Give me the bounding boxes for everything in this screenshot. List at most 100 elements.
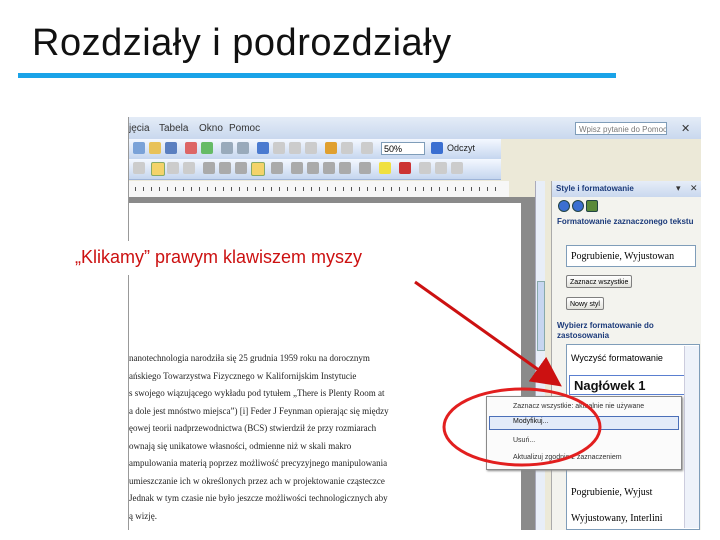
menu-bar: jęcia Tabela Okno Pomoc Wpisz pytanie do…	[129, 117, 701, 139]
ruler-tick	[279, 187, 280, 191]
numbering-icon[interactable]	[291, 162, 303, 174]
pane-close-icon[interactable]: ✕	[690, 183, 698, 194]
zoom-select[interactable]: 50%	[381, 142, 425, 155]
highlight-icon[interactable]	[379, 162, 391, 174]
document-map-icon[interactable]	[341, 142, 353, 154]
ruler-tick	[207, 187, 208, 191]
underline-icon[interactable]	[183, 162, 195, 174]
justify-icon[interactable]	[251, 162, 265, 176]
horizontal-ruler[interactable]	[129, 181, 509, 198]
align-left-icon[interactable]	[203, 162, 215, 174]
document-line: s swojego wiązującego wykładu pod tytułe…	[129, 388, 385, 398]
drawing-icon[interactable]	[325, 142, 337, 154]
menu-item-update[interactable]: Aktualizuj zgodnie z zaznaczeniem	[513, 454, 622, 461]
bold-icon[interactable]	[151, 162, 165, 176]
list-item-heading-1[interactable]: Nagłówek 1	[569, 375, 685, 395]
line-spacing-icon[interactable]	[271, 162, 283, 174]
ruler-tick	[167, 187, 168, 191]
ruler-tick	[327, 187, 328, 191]
ruler-tick	[231, 187, 232, 191]
print-icon[interactable]	[185, 142, 197, 154]
ruler-tick	[415, 187, 416, 191]
ruler-tick	[447, 187, 448, 191]
ruler-tick	[295, 187, 296, 191]
align-center-icon[interactable]	[219, 162, 231, 174]
select-all-button[interactable]: Zaznacz wszystkie	[566, 275, 633, 288]
spelling-icon[interactable]	[201, 142, 213, 154]
read-button[interactable]: Odczyt	[447, 143, 475, 153]
menu-item-select-all[interactable]: Zaznacz wszystkie: aktualnie nie używane	[513, 403, 644, 410]
ruler-tick	[199, 187, 200, 191]
document-line: nanotechnologia narodziła się 25 grudnia…	[129, 353, 370, 363]
ruler-tick	[375, 187, 376, 191]
document-line: a dole jest mnóstwo miejsca”) [i] Feder …	[129, 405, 389, 416]
font-size-icon[interactable]	[419, 162, 431, 174]
ruler-tick	[399, 187, 400, 191]
ruler-tick	[407, 187, 408, 191]
columns-icon[interactable]	[305, 142, 317, 154]
back-icon[interactable]	[558, 200, 570, 212]
excel-icon[interactable]	[289, 142, 301, 154]
menu-item-modify[interactable]: Modyfikuj...	[513, 418, 548, 425]
ask-question-input[interactable]: Wpisz pytanie do Pomocy	[575, 122, 667, 135]
list-item-clear-formatting[interactable]: Wyczyść formatowanie	[571, 353, 663, 363]
forward-icon[interactable]	[572, 200, 584, 212]
font-color-icon[interactable]	[399, 162, 411, 174]
current-format-box[interactable]: Pogrubienie, Wyjustowan	[566, 245, 696, 267]
close-icon[interactable]: ✕	[681, 122, 690, 135]
document-line: ampulowania materią poprzez możliwość pr…	[129, 458, 388, 468]
borders-icon[interactable]	[359, 162, 371, 174]
callout-text: „Klikamy” prawym klawiszem myszy	[75, 247, 363, 267]
ruler-tick	[463, 187, 464, 191]
list-item-bold-justified[interactable]: Pogrubienie, Wyjust	[571, 487, 652, 498]
menu-item-window[interactable]: Okno	[199, 123, 223, 134]
superscript-icon[interactable]	[435, 162, 447, 174]
decrease-indent-icon[interactable]	[323, 162, 335, 174]
redo-icon[interactable]	[237, 142, 249, 154]
table-icon[interactable]	[273, 142, 285, 154]
slide-title: Rozdziały i podrozdziały	[32, 22, 452, 64]
show-hide-icon[interactable]	[361, 142, 373, 154]
undo-icon[interactable]	[221, 142, 233, 154]
ruler-tick	[423, 187, 424, 191]
menu-item-help[interactable]: Pomoc	[229, 123, 260, 134]
italic-icon[interactable]	[167, 162, 179, 174]
ruler-tick	[487, 187, 488, 191]
ruler-tick	[159, 187, 160, 191]
ruler-tick	[471, 187, 472, 191]
ruler-tick	[143, 187, 144, 191]
styles-icon[interactable]	[133, 162, 145, 174]
hyperlink-icon[interactable]	[257, 142, 269, 154]
home-icon[interactable]	[586, 200, 598, 212]
increase-indent-icon[interactable]	[339, 162, 351, 174]
bullets-icon[interactable]	[307, 162, 319, 174]
ruler-tick	[175, 187, 176, 191]
ruler-tick	[263, 187, 264, 191]
menu-item[interactable]: jęcia	[129, 123, 150, 134]
ruler-tick	[431, 187, 432, 191]
help-icon[interactable]	[431, 142, 443, 154]
ruler-tick	[239, 187, 240, 191]
formatting-toolbar	[129, 159, 501, 180]
ruler-tick	[151, 187, 152, 191]
pane-dropdown-icon[interactable]: ▾	[676, 183, 681, 194]
ruler-tick	[383, 187, 384, 191]
align-right-icon[interactable]	[235, 162, 247, 174]
new-style-button[interactable]: Nowy styl	[566, 297, 604, 310]
ruler-tick	[255, 187, 256, 191]
open-folder-icon[interactable]	[149, 142, 161, 154]
scrollbar-thumb[interactable]	[537, 281, 545, 351]
ruler-tick	[215, 187, 216, 191]
ruler-tick	[359, 187, 360, 191]
save-icon[interactable]	[165, 142, 177, 154]
list-item-justified[interactable]: Wyjustowany, Interlini	[571, 513, 663, 524]
ruler-tick	[271, 187, 272, 191]
ruler-tick	[479, 187, 480, 191]
menu-item-delete[interactable]: Usuń...	[513, 437, 535, 444]
ruler-tick	[439, 187, 440, 191]
menu-item-table[interactable]: Tabela	[159, 123, 188, 134]
new-document-icon[interactable]	[133, 142, 145, 154]
list-scrollbar[interactable]	[684, 346, 699, 528]
ruler-tick	[303, 187, 304, 191]
subscript-icon[interactable]	[451, 162, 463, 174]
